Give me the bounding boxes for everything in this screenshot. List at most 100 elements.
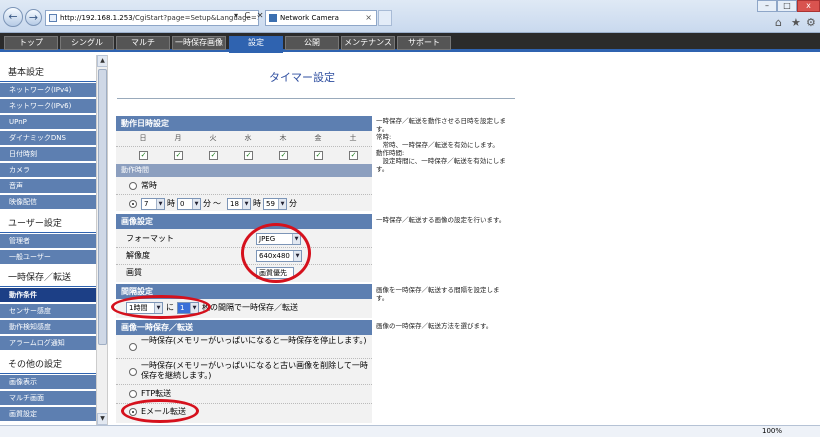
- sidebar-item-general-user[interactable]: 一般ユーザー: [0, 250, 96, 265]
- forward-button[interactable]: →: [25, 9, 42, 26]
- address-host: http://192.168.1.253: [60, 14, 133, 22]
- start-hour-select[interactable]: 7 ▼: [141, 198, 165, 210]
- sidebar-heading-user: ユーザー設定: [0, 216, 96, 233]
- browser-toolbar: ← → http://192.168.1.253/CgiStart?page=S…: [0, 0, 820, 33]
- address-bar[interactable]: http://192.168.1.253/CgiStart?page=Setup…: [45, 10, 259, 26]
- interval-note: 画像を一時保存／転送する間隔を設定します。: [376, 286, 500, 302]
- sidebar-item-ddns[interactable]: ダイナミックDNS: [0, 131, 96, 146]
- scroll-up-arrow-icon[interactable]: ▲: [97, 55, 107, 67]
- main-content: タイマー設定 動作日時設定 日 月 火 水 木 金 土 ✓ ✓ ✓ ✓ ✓ ✓ …: [109, 55, 820, 425]
- section-method-header: 画像一時保存／転送: [116, 320, 372, 335]
- end-min-arrow-icon: ▼: [278, 199, 286, 209]
- end-min-select[interactable]: 59 ▼: [263, 198, 287, 210]
- checkbox-sat[interactable]: ✓: [349, 151, 358, 160]
- day-sun: 日: [139, 134, 147, 142]
- day-tue: 火: [209, 134, 217, 142]
- title-divider: [117, 98, 515, 99]
- range-tilde: ～: [213, 199, 221, 208]
- sidebar-item-multi-screen[interactable]: マルチ画面: [0, 391, 96, 406]
- sidebar-item-conditions[interactable]: 動作条件: [0, 288, 96, 303]
- schedule-note: 一時保存／転送を動作させる日時を設定します。 常時: 常時、一時保存／転送を有効…: [376, 117, 506, 173]
- radio-ftp[interactable]: [129, 390, 137, 398]
- tab-support[interactable]: サポート: [397, 36, 451, 50]
- radio-time-range[interactable]: [129, 200, 137, 208]
- sidebar-item-image-display[interactable]: 画像表示: [0, 375, 96, 390]
- zoom-level[interactable]: 100%: [762, 426, 782, 437]
- method-divider-2: [116, 384, 372, 385]
- new-tab-button[interactable]: [378, 10, 392, 26]
- label-save-stop: 一時保存(メモリーがいっぱいになると一時保存を停止します。): [141, 336, 367, 345]
- minimize-button[interactable]: –: [757, 0, 777, 12]
- radio-save-overwrite[interactable]: [129, 368, 137, 376]
- hour-unit-2: 時: [253, 199, 261, 208]
- highlight-circle-email: [121, 399, 199, 423]
- sidebar-heading-other: その他の設定: [0, 357, 96, 374]
- sidebar-item-camera[interactable]: カメラ: [0, 163, 96, 178]
- checkbox-tue[interactable]: ✓: [209, 151, 218, 160]
- quality-label: 画質: [126, 268, 142, 277]
- sidebar-item-quality[interactable]: 画質設定: [0, 407, 96, 422]
- radio-save-stop[interactable]: [129, 343, 137, 351]
- tab-settings[interactable]: 設定: [229, 36, 283, 53]
- end-hour-arrow-icon: ▼: [242, 199, 250, 209]
- day-sat: 土: [349, 134, 357, 142]
- image-note: 一時保存／転送する画像の設定を行います。: [376, 216, 506, 224]
- start-hour-arrow-icon: ▼: [156, 199, 164, 209]
- highlight-circle-image-settings: [241, 223, 311, 283]
- favorites-star-icon[interactable]: ★: [791, 16, 801, 29]
- end-hour-select[interactable]: 18 ▼: [227, 198, 251, 210]
- section-image-header: 画像設定: [116, 214, 372, 229]
- interval-suffix: 枚の間隔で一時保存／転送: [202, 303, 298, 312]
- scroll-down-arrow-icon[interactable]: ▼: [97, 413, 107, 425]
- end-hour-value: 18: [230, 200, 239, 208]
- sidebar-item-datetime[interactable]: 日付時刻: [0, 147, 96, 162]
- sidebar-item-audio[interactable]: 音声: [0, 179, 96, 194]
- sidebar-item-admin[interactable]: 管理者: [0, 234, 96, 249]
- method-divider-1: [116, 358, 372, 359]
- min-unit-1: 分: [203, 199, 211, 208]
- radio-always[interactable]: [129, 182, 137, 190]
- time-divider: [116, 194, 372, 195]
- start-hour-value: 7: [144, 200, 149, 208]
- start-min-select[interactable]: 0 ▼: [177, 198, 201, 210]
- resolution-label: 解像度: [126, 251, 150, 260]
- sidebar-item-sensor[interactable]: センサー感度: [0, 304, 96, 319]
- address-controls[interactable]: ▾ C ✕: [234, 11, 265, 20]
- format-label: フォーマット: [126, 234, 174, 243]
- start-min-arrow-icon: ▼: [192, 199, 200, 209]
- sidebar-item-video[interactable]: 映像配信: [0, 195, 96, 210]
- sidebar-item-ipv6[interactable]: ネットワーク(IPv6): [0, 99, 96, 114]
- day-fri: 金: [314, 134, 322, 142]
- gear-icon[interactable]: ⚙: [806, 16, 816, 29]
- sidebar-item-alarm-log[interactable]: アラームログ通知: [0, 336, 96, 351]
- scroll-thumb[interactable]: [98, 69, 107, 345]
- back-button[interactable]: ←: [3, 7, 23, 27]
- tab-title: Network Camera: [280, 14, 339, 22]
- checkbox-fri[interactable]: ✓: [314, 151, 323, 160]
- checkbox-thu[interactable]: ✓: [279, 151, 288, 160]
- day-thu: 木: [279, 134, 287, 142]
- method-note: 画像の一時保存／転送方法を選びます。: [376, 322, 493, 330]
- sidebar-item-upnp[interactable]: UPnP: [0, 115, 96, 130]
- maximize-button[interactable]: □: [777, 0, 797, 12]
- browser-tab[interactable]: Network Camera ×: [265, 10, 377, 26]
- tab-public[interactable]: 公開: [285, 36, 339, 50]
- tab-favicon-icon: [269, 14, 277, 22]
- tab-saved-images[interactable]: 一時保存画像: [172, 36, 226, 50]
- checkbox-sun[interactable]: ✓: [139, 151, 148, 160]
- tab-single[interactable]: シングル: [60, 36, 114, 50]
- home-icon[interactable]: ⌂: [775, 16, 782, 29]
- tab-top[interactable]: トップ: [4, 36, 58, 50]
- checkbox-wed[interactable]: ✓: [244, 151, 253, 160]
- close-window-button[interactable]: x: [797, 0, 820, 12]
- sidebar-scrollbar[interactable]: ▲ ▼: [96, 55, 107, 425]
- status-bar: 100%: [0, 425, 820, 437]
- tab-close-icon[interactable]: ×: [365, 11, 372, 25]
- highlight-circle-interval: [111, 295, 211, 319]
- sidebar-item-ipv4[interactable]: ネットワーク(IPv4): [0, 83, 96, 98]
- sidebar-item-motion[interactable]: 動作検知感度: [0, 320, 96, 335]
- sidebar-heading-basic: 基本設定: [0, 65, 96, 82]
- tab-multi[interactable]: マルチ: [116, 36, 170, 50]
- tab-maintenance[interactable]: メンテナンス: [341, 36, 395, 50]
- checkbox-mon[interactable]: ✓: [174, 151, 183, 160]
